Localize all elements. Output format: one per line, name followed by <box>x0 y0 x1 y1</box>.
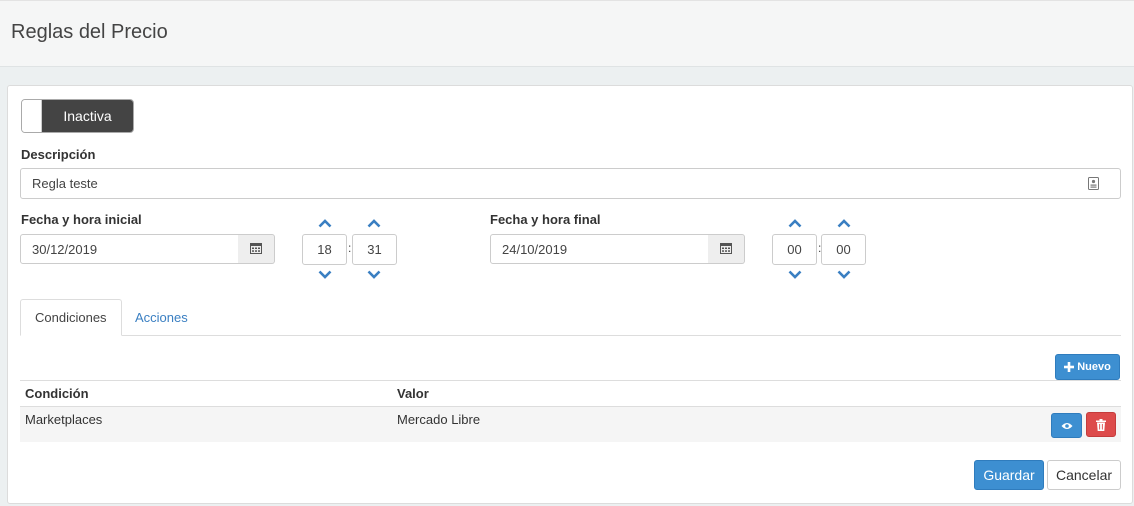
chevron-down-icon <box>367 270 381 279</box>
page-header: Reglas del Precio <box>0 0 1134 67</box>
cancel-button[interactable]: Cancelar <box>1047 460 1121 490</box>
start-date-picker-button[interactable] <box>238 234 275 264</box>
end-hour-decrement[interactable] <box>787 268 803 280</box>
end-hour-input[interactable]: 00 <box>772 234 817 265</box>
start-hour-increment[interactable] <box>317 217 333 229</box>
row-value: Mercado Libre <box>397 412 481 427</box>
save-button-label: Guardar <box>983 467 1035 483</box>
chevron-up-icon <box>788 218 802 227</box>
description-label: Descripción <box>21 147 96 162</box>
time-separator: : <box>348 241 352 255</box>
page-title: Reglas del Precio <box>11 21 168 43</box>
column-header-condicion: Condición <box>25 386 89 401</box>
description-input[interactable]: Regla teste <box>20 168 1121 199</box>
save-button[interactable]: Guardar <box>974 460 1044 490</box>
calendar-icon <box>250 242 262 257</box>
end-minute-increment[interactable] <box>836 217 852 229</box>
new-condition-button[interactable]: Nuevo <box>1055 354 1120 380</box>
start-hour-input[interactable]: 18 <box>302 234 347 265</box>
start-minute-increment[interactable] <box>366 217 382 229</box>
end-datetime-label: Fecha y hora final <box>490 212 601 227</box>
chevron-up-icon <box>318 218 332 227</box>
end-date-input[interactable]: 24/10/2019 <box>490 234 709 264</box>
start-datetime-label: Fecha y hora inicial <box>21 212 142 227</box>
rule-form-panel: Inactiva Descripción Regla teste Fecha y… <box>7 85 1133 504</box>
chevron-down-icon <box>837 270 851 279</box>
contact-card-icon <box>1088 177 1099 193</box>
tab-condiciones[interactable]: Condiciones <box>20 299 122 336</box>
column-header-valor: Valor <box>397 386 429 401</box>
start-minute-decrement[interactable] <box>366 268 382 280</box>
start-date-value: 30/12/2019 <box>32 241 98 257</box>
start-hour-value: 18 <box>317 242 332 257</box>
end-minute-decrement[interactable] <box>836 268 852 280</box>
start-minute-value: 31 <box>367 242 382 257</box>
end-hour-increment[interactable] <box>787 217 803 229</box>
end-minute-value: 00 <box>836 242 851 257</box>
start-date-input[interactable]: 30/12/2019 <box>20 234 239 264</box>
start-hour-decrement[interactable] <box>317 268 333 280</box>
plus-icon <box>1064 362 1075 372</box>
cancel-button-label: Cancelar <box>1055 467 1113 483</box>
toggle-state-label: Inactiva <box>42 100 133 132</box>
tab-label: Acciones <box>135 310 188 325</box>
description-value: Regla teste <box>32 176 98 191</box>
row-condition: Marketplaces <box>25 412 103 427</box>
tab-acciones[interactable]: Acciones <box>121 299 202 336</box>
eye-icon <box>1061 422 1073 430</box>
end-hour-value: 00 <box>787 242 802 257</box>
tab-label: Condiciones <box>35 310 107 325</box>
trash-icon <box>1096 418 1106 431</box>
start-minute-input[interactable]: 31 <box>352 234 397 265</box>
chevron-down-icon <box>788 270 802 279</box>
table-row: Marketplaces Mercado Libre <box>20 407 1121 442</box>
new-button-label: Nuevo <box>1077 361 1111 373</box>
end-date-value: 24/10/2019 <box>502 241 568 257</box>
view-button[interactable] <box>1051 413 1082 438</box>
chevron-up-icon <box>367 218 381 227</box>
end-date-picker-button[interactable] <box>708 234 745 264</box>
chevron-up-icon <box>837 218 851 227</box>
chevron-down-icon <box>318 270 332 279</box>
end-minute-input[interactable]: 00 <box>821 234 866 265</box>
toggle-knob[interactable] <box>22 100 42 132</box>
delete-button[interactable] <box>1086 412 1116 437</box>
conditions-table-header: Condición Valor <box>20 380 1121 407</box>
status-toggle[interactable]: Inactiva <box>21 99 134 133</box>
calendar-icon <box>720 242 732 257</box>
